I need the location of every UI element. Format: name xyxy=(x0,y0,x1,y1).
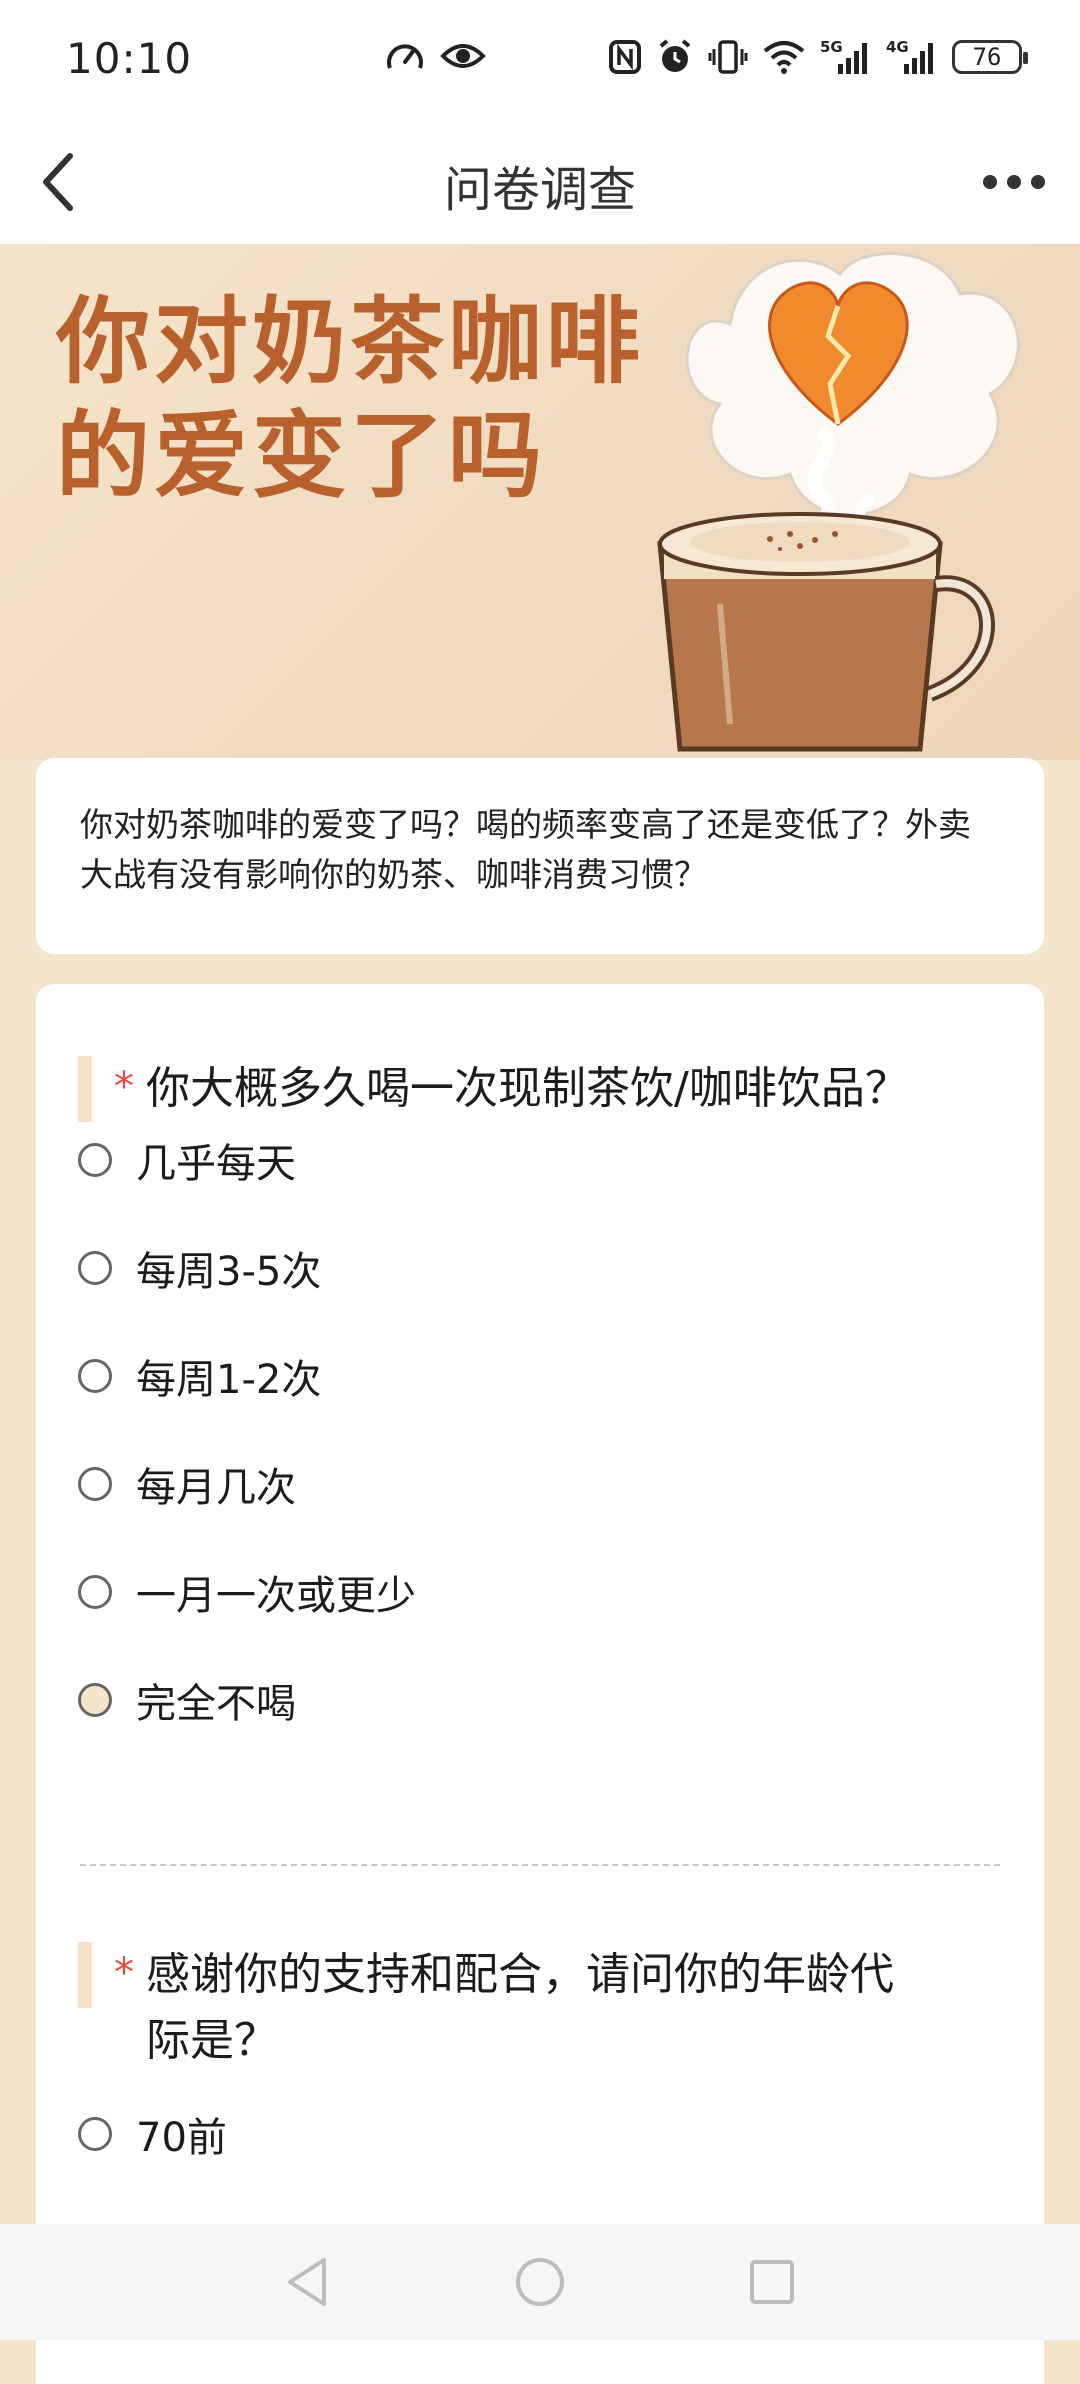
q2-option-1[interactable]: 70前 xyxy=(78,2094,978,2174)
signal-4g-icon: 4G xyxy=(886,38,933,74)
radio-button[interactable] xyxy=(78,1251,112,1285)
question-divider xyxy=(80,1864,1000,1866)
page-title: 问卷调查 xyxy=(443,162,636,218)
questions-card: * 你大概多久喝一次现制茶饮/咖啡饮品？ 几乎每天 每周3-5次 每周1-2次 … xyxy=(36,984,1044,2384)
status-icons-right: 5G 4G 76 xyxy=(608,38,1028,76)
app-header: 问卷调查 xyxy=(0,120,1080,244)
question-accent-bar xyxy=(78,1056,92,1122)
vibrate-icon xyxy=(708,40,748,74)
coffee-cup-illustration xyxy=(657,252,1020,752)
option-label: 每月几次 xyxy=(136,1465,296,1511)
radio-button[interactable] xyxy=(78,1683,112,1717)
radio-button[interactable] xyxy=(78,1359,112,1393)
banner-title-line-1: 你对奶茶咖啡 xyxy=(56,288,645,397)
radio-button[interactable] xyxy=(78,1143,112,1177)
q1-option-4[interactable]: 每月几次 xyxy=(78,1444,978,1524)
option-label: 几乎每天 xyxy=(136,1141,296,1187)
required-mark: * xyxy=(114,1064,134,1110)
svg-text:4G: 4G xyxy=(886,38,909,56)
eye-icon xyxy=(440,44,486,68)
status-icons-left xyxy=(384,38,500,74)
alarm-icon xyxy=(659,39,691,72)
intro-text: 你对奶茶咖啡的爱变了吗？喝的频率变高了还是变低了？外卖大战有没有影响你的奶茶、咖… xyxy=(80,805,971,894)
option-label: 每周1-2次 xyxy=(136,1357,322,1403)
nfc-icon xyxy=(609,40,641,74)
radio-button[interactable] xyxy=(78,2117,112,2151)
option-label: 一月一次或更少 xyxy=(136,1573,416,1619)
required-mark: * xyxy=(114,1950,134,1996)
radio-button[interactable] xyxy=(78,1575,112,1609)
question-2-title-line-1: 感谢你的支持和配合，请问你的年龄代 xyxy=(146,1949,894,2000)
status-time: 10:10 xyxy=(66,34,193,83)
back-triangle-icon[interactable] xyxy=(278,2252,338,2312)
survey-banner: 你对奶茶咖啡 的爱变了吗 xyxy=(0,244,1080,760)
question-2-title: 感谢你的支持和配合，请问你的年龄代 际是？ xyxy=(146,1942,1026,2074)
radio-button[interactable] xyxy=(78,1467,112,1501)
option-label: 每周3-5次 xyxy=(136,1249,322,1295)
intro-card: 你对奶茶咖啡的爱变了吗？喝的频率变高了还是变低了？外卖大战有没有影响你的奶茶、咖… xyxy=(36,758,1044,954)
q1-option-5[interactable]: 一月一次或更少 xyxy=(78,1552,978,1632)
more-horizontal-icon xyxy=(1031,175,1045,189)
q1-option-6[interactable]: 完全不喝 xyxy=(78,1660,978,1740)
option-label: 完全不喝 xyxy=(136,1681,296,1727)
more-button[interactable] xyxy=(972,148,1056,216)
svg-text:5G: 5G xyxy=(820,38,843,56)
question-1-title: 你大概多久喝一次现制茶饮/咖啡饮品？ xyxy=(146,1063,909,1114)
battery-icon: 76 xyxy=(952,40,1028,74)
question-accent-bar xyxy=(78,1942,92,2008)
banner-title: 你对奶茶咖啡 的爱变了吗 xyxy=(56,286,644,514)
banner-title-line-2: 的爱变了吗 xyxy=(56,402,547,511)
wifi-icon xyxy=(763,41,805,74)
q1-option-1[interactable]: 几乎每天 xyxy=(78,1120,978,1200)
recents-square-icon[interactable] xyxy=(742,2252,802,2312)
q1-option-2[interactable]: 每周3-5次 xyxy=(78,1228,978,1308)
home-circle-icon[interactable] xyxy=(510,2252,570,2312)
option-label: 70前 xyxy=(136,2115,227,2161)
more-horizontal-icon xyxy=(983,175,997,189)
q1-option-3[interactable]: 每周1-2次 xyxy=(78,1336,978,1416)
question-2-title-line-2: 际是？ xyxy=(146,2015,278,2066)
status-bar: 10:10 5G 4G 76 xyxy=(0,0,1080,120)
system-nav-bar xyxy=(0,2224,1080,2340)
speedometer-icon xyxy=(387,44,423,69)
more-horizontal-icon xyxy=(1007,175,1021,189)
signal-5g-icon: 5G xyxy=(820,38,867,74)
